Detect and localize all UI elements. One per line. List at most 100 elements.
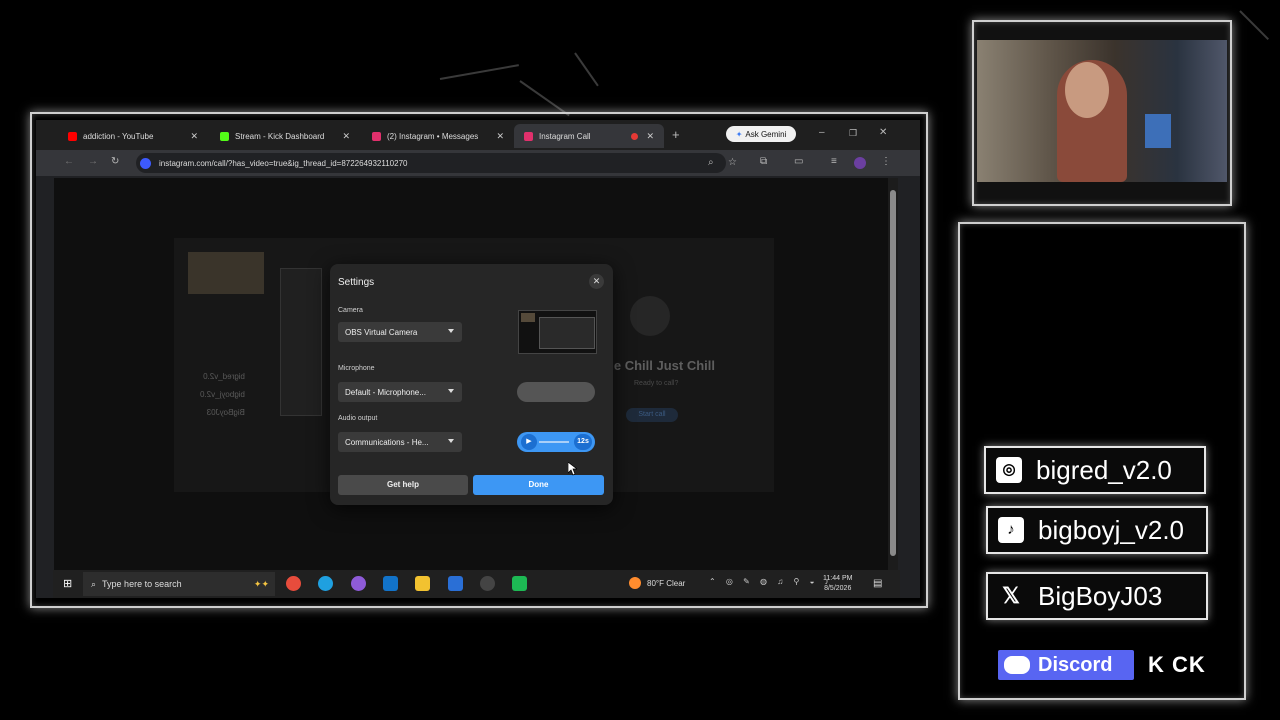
extensions-icon[interactable]: ⧉ [760, 156, 767, 167]
camera-select[interactable]: OBS Virtual Camera [338, 322, 462, 342]
bookmark-star-icon[interactable]: ☆ [728, 157, 737, 168]
hex-decoration [439, 64, 519, 80]
chevron-down-icon [448, 329, 454, 333]
system-tray-icons[interactable]: ⌃ ◎ ✎ ◍ ♫ ⚲ ◒ ♪ [709, 577, 833, 586]
profile-avatar[interactable] [854, 157, 866, 169]
tab-bar: addiction - YouTube ✕ Stream - Kick Dash… [36, 120, 920, 150]
close-icon[interactable]: ✕ [190, 131, 198, 142]
hex-decoration [519, 80, 570, 117]
instagram-icon [524, 131, 533, 141]
scrollbar[interactable] [888, 178, 898, 570]
minimize-icon[interactable]: – [819, 127, 825, 138]
x-icon: 𝕏 [1002, 583, 1020, 608]
forward-icon[interactable]: → [88, 156, 98, 167]
kick-icon [220, 131, 229, 141]
done-button[interactable]: Done [473, 475, 604, 495]
monitor-glow [1145, 114, 1171, 148]
outlook-icon[interactable] [383, 576, 398, 591]
social-handle: BigBoyJ03 [1038, 580, 1163, 611]
url-field[interactable]: instagram.com/call/?has_video=true&ig_th… [136, 153, 737, 173]
close-icon[interactable]: ✕ [589, 274, 604, 289]
tab-label: Instagram Call [539, 131, 591, 141]
new-tab-icon[interactable]: + [672, 127, 680, 142]
scrollbar-thumb[interactable] [890, 190, 896, 556]
start-call-button[interactable]: Start call [626, 408, 678, 422]
camera-label: Camera [338, 307, 363, 314]
close-window-icon[interactable]: ✕ [879, 127, 887, 138]
hex-decoration [1239, 10, 1269, 40]
tab-youtube[interactable]: addiction - YouTube ✕ [58, 124, 208, 148]
tab-label: addiction - YouTube [83, 131, 154, 141]
participant-name: BigBoyJ03 [206, 408, 245, 417]
microphone-level-meter [517, 382, 595, 402]
discord-badge: Discord [998, 650, 1134, 680]
camera-select-value: OBS Virtual Camera [345, 327, 418, 337]
audio-output-select[interactable]: Communications - He... [338, 432, 462, 452]
hex-decoration [574, 52, 599, 87]
site-info-icon[interactable] [140, 157, 151, 169]
weather-icon [629, 577, 641, 589]
kick-logo: K CK [1148, 652, 1206, 677]
search-highlight-icon: ✦✦ [253, 578, 269, 589]
tab-label: Stream - Kick Dashboard [235, 131, 325, 141]
microphone-label: Microphone [338, 365, 375, 372]
cast-icon[interactable]: ▭ [794, 156, 803, 167]
instagram-icon [372, 131, 381, 141]
xbox-icon[interactable] [512, 576, 527, 591]
obs-icon[interactable] [480, 576, 495, 591]
taskbar-search-box[interactable]: ⌕ Type here to search ✦✦ [83, 572, 275, 596]
audio-output-select-value: Communications - He... [345, 437, 429, 447]
back-icon[interactable]: ← [64, 156, 74, 167]
microphone-select[interactable]: Default - Microphone... [338, 382, 462, 402]
discord-label: Discord [1038, 653, 1113, 676]
search-icon: ⌕ [91, 578, 97, 589]
x-handle-badge: 𝕏 BigBoyJ03 [986, 572, 1208, 620]
preview-window [539, 317, 595, 349]
recording-icon [631, 132, 638, 140]
youtube-icon [68, 131, 77, 141]
tiktok-handle-badge: ♪ bigboyj_v2.0 [986, 506, 1208, 554]
get-help-button[interactable]: Get help [338, 475, 468, 495]
sparkle-icon: ✦ [735, 129, 743, 139]
tab-instagram-call[interactable]: Instagram Call ✕ [514, 124, 664, 148]
maximize-icon[interactable]: ❐ [849, 128, 857, 139]
close-icon[interactable]: ✕ [342, 131, 350, 142]
store-icon[interactable] [448, 576, 463, 591]
participant-name: bigred_v2.0 [203, 372, 245, 381]
clock-date: 8/5/2026 [824, 585, 852, 592]
discord-icon [1004, 656, 1030, 674]
close-icon[interactable]: ✕ [496, 131, 504, 142]
address-bar: ← → ↻ instagram.com/call/?has_video=true… [36, 150, 920, 176]
clock[interactable]: 11:44 PM 8/5/2026 [823, 574, 852, 594]
ask-gemini-label: Ask Gemini [745, 129, 787, 139]
mouse-cursor-icon [568, 462, 577, 476]
participant-list: bigred_v2.0 bigboyj_v2.0 BigBoyJ03 [200, 368, 245, 422]
copilot-icon[interactable] [351, 576, 366, 591]
close-icon[interactable]: ✕ [646, 131, 654, 142]
windows-taskbar: ⊞ ⌕ Type here to search ✦✦ 80°F Clear ⌃ … [53, 570, 900, 598]
reload-icon[interactable]: ↻ [111, 156, 119, 167]
audio-test-player[interactable]: ▶ 12s [517, 432, 595, 452]
play-icon[interactable]: ▶ [521, 434, 537, 450]
chevron-down-icon [448, 389, 454, 393]
participant-name: bigboyj_v2.0 [200, 390, 245, 399]
tab-instagram-messages[interactable]: (2) Instagram • Messages ✕ [362, 124, 514, 148]
chrome-icon[interactable] [286, 576, 301, 591]
streamer-head [1065, 62, 1109, 118]
edge-icon[interactable] [318, 576, 333, 591]
url-text: instagram.com/call/?has_video=true&ig_th… [159, 158, 408, 168]
call-group-name: ude Chill Just Chill [598, 358, 716, 373]
weather-text[interactable]: 80°F Clear [647, 579, 685, 588]
menu-icon[interactable]: ⋮ [881, 156, 891, 167]
clock-time: 11:44 PM [823, 575, 853, 582]
tab-kick-dashboard[interactable]: Stream - Kick Dashboard ✕ [210, 124, 360, 148]
ask-gemini-button[interactable]: ✦ Ask Gemini [726, 126, 796, 142]
windows-start-icon[interactable]: ⊞ [63, 577, 72, 590]
social-handle: bigred_v2.0 [1036, 454, 1172, 485]
zoom-icon[interactable]: ⌕ [708, 157, 714, 168]
notifications-icon[interactable]: ▤ [873, 578, 882, 589]
file-explorer-icon[interactable] [415, 576, 430, 591]
media-control-icon[interactable]: ≡ [831, 156, 837, 167]
chevron-down-icon [448, 439, 454, 443]
dialog-title: Settings [338, 277, 375, 288]
